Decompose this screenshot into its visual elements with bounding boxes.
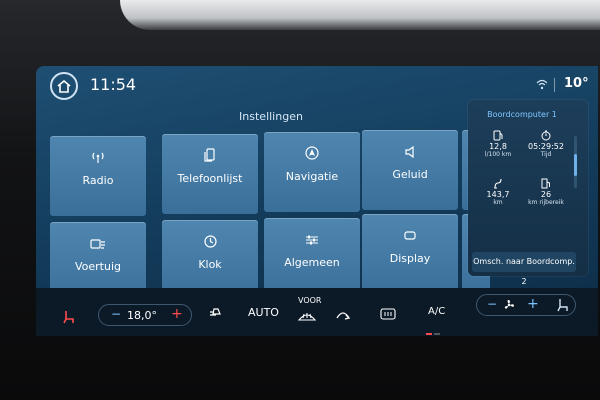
page-title: Instellingen [239,110,303,123]
driver-temp-control: − 18,0° + [98,304,192,326]
distance-icon [494,178,502,189]
infotainment-screen: 11:54 10° Instellingen Radio Telefoonlij… [36,66,598,336]
navigation-icon [305,146,319,160]
fan-increase-button[interactable]: + [527,296,539,312]
tile-label: Algemeen [284,256,340,269]
trip-computer-panel: Boordcomputer 1 12,8 l/100 km 05:29:52 T… [468,100,588,286]
metric-unit: km [493,199,503,206]
ac-indicator [426,320,442,335]
tile-label: Telefoonlijst [177,172,243,185]
metric-unit: km rijbereik [528,199,564,206]
metric-value: 26 [540,190,552,199]
tile-label: Display [389,252,431,265]
radio-icon [92,152,104,163]
metric-distance: 143,7 km [474,178,522,206]
panel-scrollbar[interactable] [574,136,577,188]
stopwatch-icon [541,130,551,141]
home-icon [57,79,71,93]
seat-heat-icon[interactable] [62,310,76,324]
tile-geluid[interactable]: Geluid [362,130,458,210]
tile-label: Geluid [392,168,428,181]
metric-unit: Tijd [540,151,552,158]
tile-display[interactable]: Display [362,214,458,294]
tile-navigatie[interactable]: Navigatie [264,132,360,212]
fuel-pump-icon [541,178,550,189]
sliders-icon [306,235,318,245]
recirculation-icon[interactable] [334,306,352,322]
rear-defrost-icon[interactable] [380,308,396,320]
scrollbar-thumb[interactable] [574,154,577,176]
outside-temperature: 10° [564,76,589,91]
wifi-icon [536,79,548,90]
status-divider [554,78,555,92]
tile-radio[interactable]: Radio [50,136,146,216]
metric-value: 12,8 [489,142,507,151]
switch-trip-computer-button[interactable]: Omsch. naar Boordcomp. 2 [472,252,576,286]
auto-button[interactable]: AUTO [248,306,279,319]
airflow-icon[interactable] [208,306,226,320]
temp-decrease-button[interactable]: − [111,307,121,321]
speaker-icon [405,145,414,159]
metric-value: 143,7 [486,190,510,199]
fuel-consumption-icon [493,130,503,141]
tile-label: Radio [82,174,114,187]
seat-heat-level [58,328,76,330]
metric-consumption: 12,8 l/100 km [474,130,522,158]
climate-bar: − 18,0° + AUTO VOOR A/C − + [36,288,598,336]
temp-increase-button[interactable]: + [171,306,183,322]
fan-decrease-button[interactable]: − [487,297,497,311]
home-button[interactable] [50,72,78,100]
ac-button[interactable]: A/C [428,306,445,317]
metric-value: 05:29:52 [528,142,564,151]
clock-time: 11:54 [90,75,137,94]
tile-label: Klok [198,258,222,271]
driver-temp-value: 18,0° [127,309,157,322]
bezel-top-trim [120,0,600,30]
metric-range: 26 km rijbereik [522,178,570,206]
vehicle-icon [90,239,105,249]
front-defrost-icon[interactable] [298,310,316,322]
phone-icon [204,148,215,162]
passenger-seat-icon[interactable] [557,298,569,312]
tile-label: Voertuig [74,260,121,273]
fan-speed-control: − + [476,294,576,316]
clock-icon [203,235,217,248]
metric-time: 05:29:52 Tijd [522,130,570,158]
trip-computer-title: Boordcomputer 1 [487,110,557,119]
tile-algemeen[interactable]: Algemeen [264,218,360,298]
tile-label: Navigatie [285,170,339,183]
display-icon [404,231,416,240]
tile-telefoonlijst[interactable]: Telefoonlijst [162,134,258,214]
fan-icon [504,300,514,309]
front-defrost-label: VOOR [298,296,322,305]
metric-unit: l/100 km [484,151,512,158]
